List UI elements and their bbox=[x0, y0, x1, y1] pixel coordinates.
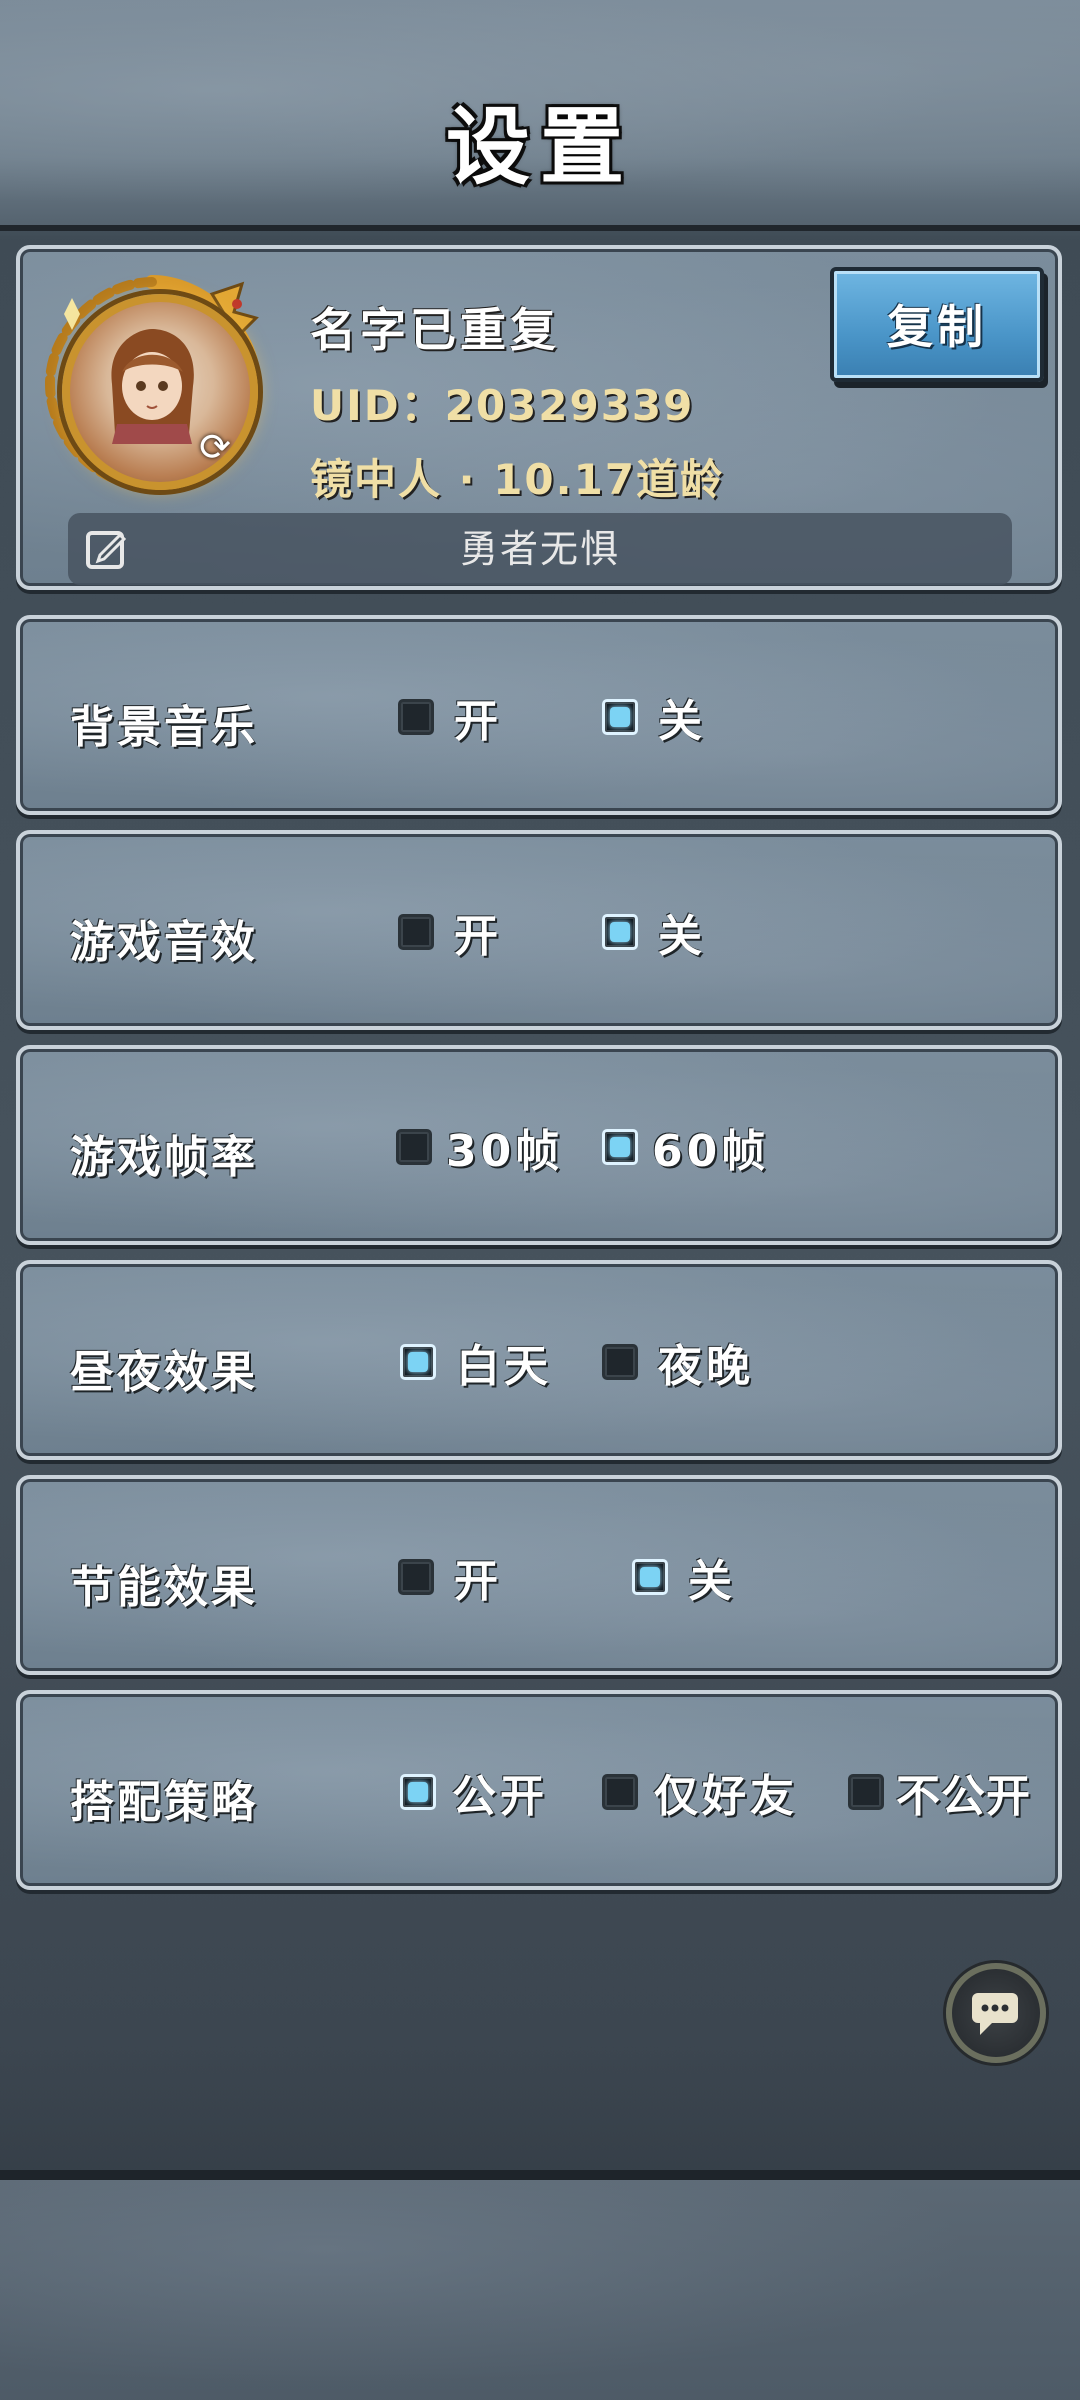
character-portrait-icon bbox=[111, 329, 194, 444]
refresh-icon[interactable]: ⟳ bbox=[192, 424, 238, 470]
setting-row-framerate: 游戏帧率 30帧 60帧 bbox=[16, 1045, 1062, 1245]
setting-label: 游戏帧率 bbox=[70, 1132, 258, 1183]
chat-bubble-icon bbox=[972, 1993, 1018, 2035]
setting-label: 背景音乐 bbox=[70, 702, 258, 753]
setting-label: 搭配策略 bbox=[70, 1777, 258, 1828]
player-rank: 镜中人 · 10.17道龄 bbox=[310, 455, 725, 504]
checkbox-checked[interactable] bbox=[602, 1129, 638, 1165]
option-private[interactable]: 不公开 bbox=[848, 1762, 1031, 1822]
checkbox-checked[interactable] bbox=[632, 1559, 668, 1595]
option-powersave-off[interactable]: 关 bbox=[632, 1547, 736, 1607]
option-powersave-on[interactable]: 开 bbox=[398, 1547, 502, 1607]
option-label: 开 bbox=[454, 696, 502, 747]
copy-button[interactable]: 复制 bbox=[830, 267, 1044, 382]
chat-button[interactable] bbox=[946, 1963, 1046, 2063]
option-label: 夜晚 bbox=[658, 1341, 754, 1392]
option-label: 仅好友 bbox=[654, 1771, 798, 1822]
setting-row-powersave: 节能效果 开 关 bbox=[16, 1475, 1062, 1675]
option-label: 关 bbox=[658, 911, 706, 962]
option-label: 白天 bbox=[456, 1341, 552, 1392]
option-label: 开 bbox=[454, 911, 502, 962]
checkbox-checked[interactable] bbox=[400, 1344, 436, 1380]
setting-label: 游戏音效 bbox=[70, 917, 258, 968]
avatar[interactable]: ⟳ bbox=[42, 274, 262, 494]
player-name: 名字已重复 bbox=[310, 303, 560, 357]
option-public[interactable]: 公开 bbox=[400, 1762, 548, 1822]
checkbox[interactable] bbox=[602, 1344, 638, 1380]
header-bar: 设置 bbox=[0, 0, 1080, 231]
option-bgm-on[interactable]: 开 bbox=[398, 687, 502, 747]
option-30fps[interactable]: 30帧 bbox=[396, 1117, 563, 1177]
setting-label: 节能效果 bbox=[70, 1562, 258, 1613]
bottom-decoration bbox=[0, 2170, 1080, 2400]
option-day[interactable]: 白天 bbox=[400, 1332, 552, 1392]
checkbox[interactable] bbox=[398, 1559, 434, 1595]
signature-text: 勇者无惧 bbox=[459, 527, 620, 571]
checkbox[interactable] bbox=[396, 1129, 432, 1165]
setting-row-bgm: 背景音乐 开 关 bbox=[16, 615, 1062, 815]
option-label: 公开 bbox=[452, 1771, 548, 1822]
checkbox[interactable] bbox=[398, 914, 434, 950]
checkbox[interactable] bbox=[602, 1774, 638, 1810]
option-sfx-off[interactable]: 关 bbox=[602, 902, 706, 962]
setting-row-loadout: 搭配策略 公开 仅好友 不公开 bbox=[16, 1690, 1062, 1890]
setting-label: 昼夜效果 bbox=[70, 1347, 258, 1398]
option-label: 30帧 bbox=[446, 1126, 564, 1177]
checkbox-checked[interactable] bbox=[400, 1774, 436, 1810]
signature-field[interactable]: 勇者无惧 bbox=[68, 513, 1012, 585]
option-friends-only[interactable]: 仅好友 bbox=[602, 1762, 798, 1822]
option-60fps[interactable]: 60帧 bbox=[602, 1117, 769, 1177]
checkbox-checked[interactable] bbox=[602, 914, 638, 950]
option-label: 关 bbox=[688, 1556, 736, 1607]
option-bgm-off[interactable]: 关 bbox=[602, 687, 706, 747]
option-night[interactable]: 夜晚 bbox=[602, 1332, 754, 1392]
option-label: 关 bbox=[658, 696, 706, 747]
option-label: 不公开 bbox=[896, 1771, 1031, 1822]
setting-row-daynight: 昼夜效果 白天 夜晚 bbox=[16, 1260, 1062, 1460]
profile-panel: ⟳ 名字已重复 UID：20329339 镜中人 · 10.17道龄 复制 勇者… bbox=[16, 245, 1062, 590]
page-title: 设置 bbox=[445, 98, 634, 196]
checkbox-checked[interactable] bbox=[602, 699, 638, 735]
setting-row-sfx: 游戏音效 开 关 bbox=[16, 830, 1062, 1030]
checkbox[interactable] bbox=[398, 699, 434, 735]
option-sfx-on[interactable]: 开 bbox=[398, 902, 502, 962]
checkbox[interactable] bbox=[848, 1774, 884, 1810]
player-uid: UID：20329339 bbox=[310, 381, 695, 430]
option-label: 60帧 bbox=[652, 1126, 770, 1177]
option-label: 开 bbox=[454, 1556, 502, 1607]
